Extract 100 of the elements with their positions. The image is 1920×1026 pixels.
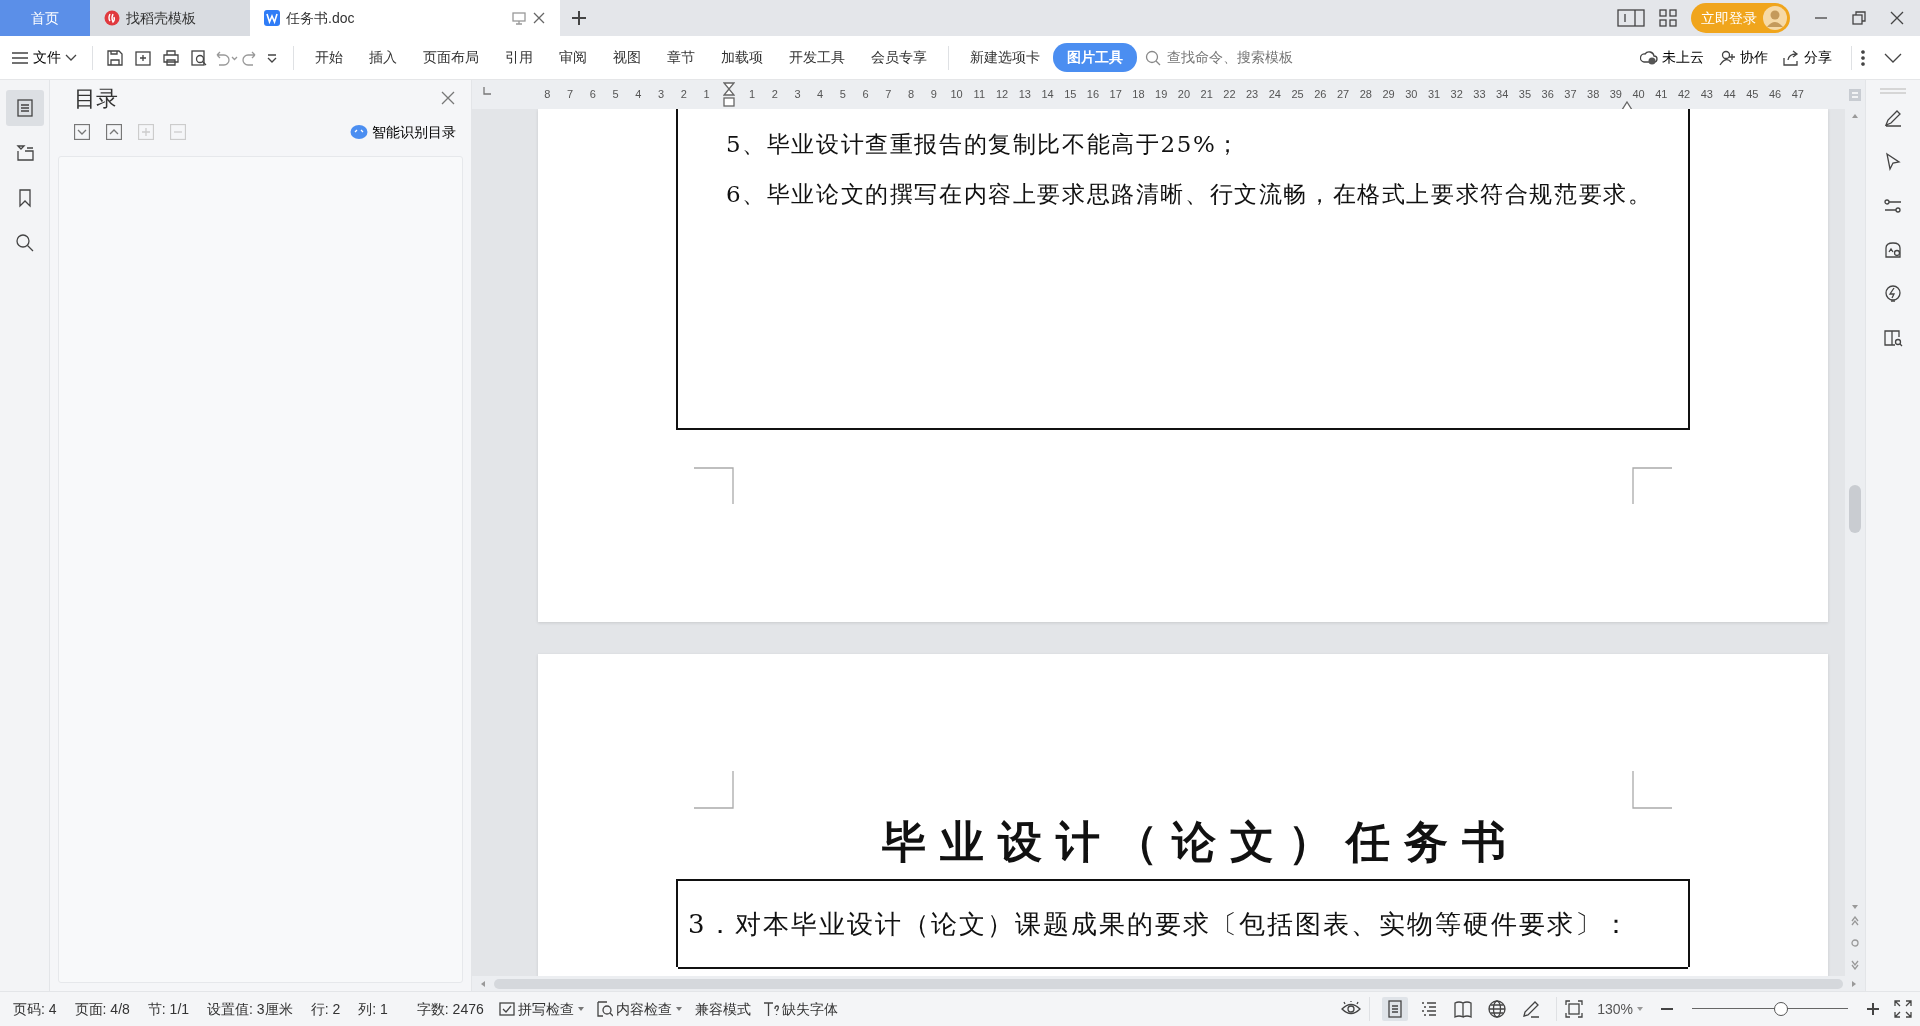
ruler-number: 26 (1313, 87, 1328, 103)
ruler-number: 1 (702, 87, 711, 103)
ruler-number: 37 (1563, 87, 1578, 103)
grid-icon[interactable] (1659, 9, 1677, 27)
search-field[interactable]: 查找命令、搜索模板 (1165, 46, 1335, 70)
pen-icon[interactable] (1883, 108, 1903, 129)
ribbon-tab[interactable]: 章节 (654, 43, 708, 73)
ruler-number: 29 (1381, 87, 1396, 103)
ribbon-tab[interactable]: 插入 (356, 43, 410, 73)
outline-icon (14, 143, 35, 164)
collapse-icon[interactable] (106, 124, 122, 141)
flame-icon (104, 10, 120, 26)
ruler-number: 34 (1495, 87, 1510, 103)
search-icon (1145, 49, 1161, 66)
margin-mark (694, 770, 734, 809)
restore-icon[interactable] (1852, 11, 1866, 25)
ribbon-tab[interactable]: 视图 (600, 43, 654, 73)
caret-icon (674, 1006, 683, 1013)
share-icon (1782, 48, 1800, 67)
ruler-number: 10 (949, 87, 964, 103)
lightning-icon[interactable] (1883, 284, 1903, 305)
close-icon[interactable] (532, 11, 546, 25)
scroll-thumb[interactable] (1849, 484, 1861, 533)
collaborate-icon (1718, 48, 1736, 67)
slider-thumb[interactable] (1773, 1002, 1788, 1017)
ribbon-tab[interactable]: 会员专享 (858, 43, 940, 73)
ruler-number: 31 (1426, 87, 1442, 103)
collapse-icon[interactable] (1884, 51, 1902, 64)
tab[interactable]: 找稻壳模板 (90, 0, 250, 36)
close-icon[interactable] (441, 91, 455, 106)
ribbon-tab[interactable]: 新建选项卡 (957, 43, 1053, 73)
ruler-number: 35 (1517, 87, 1533, 103)
pen-icon (1522, 1000, 1541, 1019)
document-title: 毕业设计（论文）任务书 (882, 814, 1520, 869)
indent-marker-icon[interactable] (723, 81, 736, 108)
ruler-number: 36 (1540, 87, 1555, 103)
drag-handle-icon (1880, 88, 1906, 95)
image-icon[interactable] (1883, 240, 1903, 261)
ruler-number: 3 (793, 87, 802, 103)
missing-fonts-button[interactable]: 缺失字体 (756, 996, 844, 1022)
status-text: 列: 1 (357, 999, 389, 1019)
fit-page-icon[interactable] (1565, 1000, 1584, 1019)
toolbar-action[interactable]: 协作 (1715, 45, 1771, 71)
tablet-icon[interactable] (1617, 8, 1645, 28)
ribbon-tab[interactable]: 加载项 (708, 43, 776, 73)
ribbon-tab[interactable]: 开始 (302, 43, 356, 73)
content-check-button[interactable]: 内容检查 (590, 996, 689, 1022)
fullscreen-icon[interactable] (1894, 1000, 1912, 1019)
book-icon (1454, 1000, 1473, 1019)
ribbon-tab[interactable]: 引用 (492, 43, 546, 73)
save-icon[interactable] (106, 48, 124, 67)
ruler-number: 14 (1040, 87, 1055, 103)
smart-toc-button[interactable]: 智能识别目录 (347, 119, 459, 145)
ruler-number: 13 (1017, 87, 1032, 103)
ruler-number: 44 (1722, 87, 1737, 103)
ruler-number: 16 (1085, 87, 1101, 103)
status-text: 页面: 4/8 (73, 999, 131, 1019)
sidebar-tab[interactable] (5, 90, 44, 127)
zoom-dropdown[interactable]: 130% (1591, 996, 1650, 1022)
ribbon-tab[interactable]: 审阅 (546, 43, 600, 73)
document-icon (264, 10, 280, 26)
ruler-number: 33 (1472, 87, 1487, 103)
ruler-number: 15 (1063, 87, 1078, 103)
zoom-slider[interactable] (1692, 1001, 1848, 1018)
page-view-icon (1386, 1000, 1405, 1019)
toolbar-action[interactable]: 分享 (1779, 45, 1835, 71)
ruler-toggle-icon[interactable] (1848, 87, 1862, 102)
expand-icon[interactable] (74, 124, 90, 141)
more-icon[interactable] (1860, 48, 1866, 67)
book-search-icon[interactable] (1883, 328, 1903, 349)
ruler-number: 43 (1699, 87, 1714, 103)
ruler-number: 23 (1245, 87, 1260, 103)
ribbon-tab[interactable]: 页面布局 (410, 43, 492, 73)
avatar-icon (1763, 6, 1787, 30)
compat-mode-button[interactable]: 兼容模式 (688, 996, 757, 1022)
export-icon[interactable] (134, 48, 152, 67)
view-mode-button[interactable] (1382, 997, 1409, 1022)
scrollbar[interactable] (472, 976, 1865, 992)
ruler-number: 40 (1631, 87, 1646, 103)
ruler-number: 5 (838, 87, 847, 103)
status-text: 字数: 2476 (415, 999, 485, 1019)
ruler-number: 22 (1222, 87, 1237, 103)
close-icon[interactable] (1890, 11, 1904, 25)
print-icon[interactable] (162, 48, 180, 67)
ruler-number: 7 (884, 87, 893, 103)
toolbar-action[interactable]: 未上云 (1637, 45, 1707, 71)
spell-check-button[interactable]: 拼写检查 (492, 996, 591, 1022)
ruler-number: 2 (770, 87, 779, 103)
status-text: 节: 1/1 (146, 999, 191, 1019)
scroll-left-icon (480, 979, 486, 988)
file-menu[interactable]: 文件 (8, 45, 80, 71)
tab[interactable]: 任务书.doc (250, 0, 560, 36)
pointer-icon[interactable] (1883, 152, 1903, 173)
ruler-number: 25 (1290, 87, 1305, 103)
menu-icon (11, 50, 29, 65)
ruler-number: 30 (1404, 87, 1419, 103)
ruler-number: 17 (1108, 87, 1123, 103)
preview-icon[interactable] (190, 48, 208, 67)
ribbon-tab[interactable]: 开发工具 (776, 43, 858, 73)
zoom-in-icon[interactable] (1866, 1002, 1880, 1017)
